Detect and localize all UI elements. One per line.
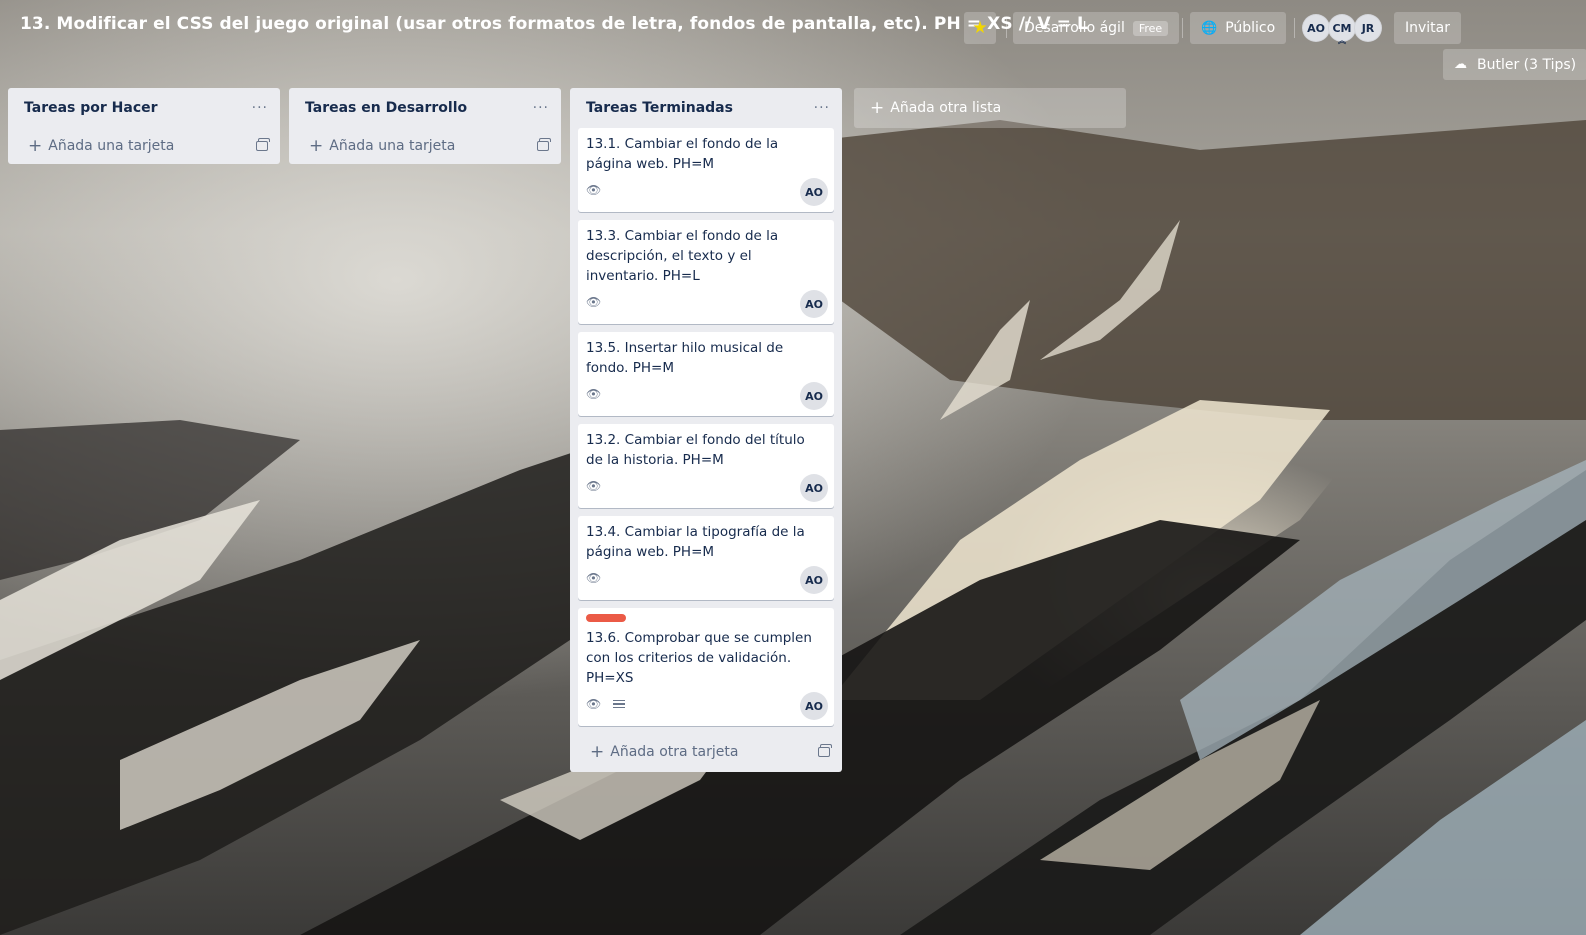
eye-icon: 👁: [586, 571, 602, 585]
add-card-label: Añada una tarjeta: [48, 138, 175, 154]
card-title: 13.4. Cambiar la tipografía de la página…: [586, 524, 805, 560]
board-members: AO CM ︽ JR: [1302, 14, 1382, 45]
add-card-label: Añada otra tarjeta: [610, 744, 739, 760]
team-button[interactable]: Desarrollo ágil Free: [1013, 12, 1180, 44]
card-member-avatar[interactable]: AO: [800, 382, 828, 410]
star-icon: ★: [972, 17, 988, 38]
add-card-label: Añada una tarjeta: [329, 138, 456, 154]
visibility-label: Público: [1225, 20, 1276, 36]
card-badges: 👁: [586, 690, 826, 718]
add-card-button[interactable]: + Añada una tarjeta: [8, 128, 280, 164]
card-member-avatar[interactable]: AO: [800, 692, 828, 720]
card[interactable]: 13.6. Comprobar que se cumplen con los c…: [578, 608, 834, 726]
eye-icon: 👁: [586, 479, 602, 493]
card-member-avatar[interactable]: AO: [800, 290, 828, 318]
add-card-button[interactable]: + Añada una tarjeta: [289, 128, 561, 164]
card-badges: 👁: [586, 176, 826, 204]
list-menu-icon[interactable]: ···: [533, 100, 549, 116]
butler-icon: ☁: [1454, 57, 1467, 72]
header-divider: [1006, 18, 1007, 38]
list-header: Tareas en Desarrollo ···: [289, 88, 561, 128]
header-divider: [1182, 18, 1183, 38]
butler-button[interactable]: ☁ Butler (3 Tips): [1443, 49, 1586, 80]
card-title: 13.6. Comprobar que se cumplen con los c…: [586, 630, 812, 686]
card-list: 13.1. Cambiar el fondo de la página web.…: [570, 128, 842, 726]
card-badges: 👁: [586, 288, 826, 316]
list-menu-icon[interactable]: ···: [252, 100, 268, 116]
card-template-icon[interactable]: [818, 744, 832, 757]
card[interactable]: 13.2. Cambiar el fondo del título de la …: [578, 424, 834, 508]
card-title: 13.5. Insertar hilo musical de fondo. PH…: [586, 340, 784, 376]
card-badges: 👁: [586, 380, 826, 408]
add-card-button[interactable]: + Añada otra tarjeta: [570, 732, 842, 772]
card-member-avatar[interactable]: AO: [800, 178, 828, 206]
plus-icon: +: [870, 98, 885, 118]
list-tareas-en-desarrollo: Tareas en Desarrollo ··· + Añada una tar…: [289, 88, 561, 164]
visibility-button[interactable]: 🌐 Público: [1190, 12, 1287, 44]
add-list-button[interactable]: + Añada otra lista: [854, 88, 1126, 128]
team-name: Desarrollo ágil: [1024, 20, 1125, 36]
star-board-button[interactable]: ★: [964, 12, 996, 44]
card[interactable]: 13.1. Cambiar el fondo de la página web.…: [578, 128, 834, 212]
board-title[interactable]: 13. Modificar el CSS del juego original …: [20, 14, 1088, 34]
card-badges: 👁: [586, 472, 826, 500]
card-label-red[interactable]: [586, 614, 626, 622]
butler-label: Butler (3 Tips): [1477, 56, 1577, 73]
member-avatar[interactable]: CM ︽: [1328, 14, 1356, 45]
list-title[interactable]: Tareas por Hacer: [24, 100, 158, 116]
card-template-icon[interactable]: [537, 138, 551, 151]
list-header: Tareas Terminadas ···: [570, 88, 842, 128]
card-title: 13.2. Cambiar el fondo del título de la …: [586, 432, 805, 468]
card[interactable]: 13.4. Cambiar la tipografía de la página…: [578, 516, 834, 600]
card-template-icon[interactable]: [256, 138, 270, 151]
description-icon: [613, 698, 626, 711]
member-avatar[interactable]: AO: [1302, 14, 1330, 42]
member-avatar[interactable]: JR: [1354, 14, 1382, 42]
card-member-avatar[interactable]: AO: [800, 566, 828, 594]
eye-icon: 👁: [586, 697, 602, 711]
plus-icon: +: [28, 136, 43, 156]
eye-icon: 👁: [586, 183, 602, 197]
eye-icon: 👁: [586, 295, 602, 309]
card[interactable]: 13.3. Cambiar el fondo de la descripción…: [578, 220, 834, 324]
list-title[interactable]: Tareas en Desarrollo: [305, 100, 467, 116]
card-badges: 👁: [586, 564, 826, 592]
list-title[interactable]: Tareas Terminadas: [586, 100, 733, 116]
list-tareas-terminadas: Tareas Terminadas ··· 13.1. Cambiar el f…: [570, 88, 842, 772]
card[interactable]: 13.5. Insertar hilo musical de fondo. PH…: [578, 332, 834, 416]
plus-icon: +: [590, 742, 605, 762]
card-title: 13.3. Cambiar el fondo de la descripción…: [586, 228, 779, 284]
plus-icon: +: [309, 136, 324, 156]
header-divider: [1294, 18, 1295, 38]
list-header: Tareas por Hacer ···: [8, 88, 280, 128]
invite-button[interactable]: Invitar: [1394, 12, 1462, 44]
add-list-label: Añada otra lista: [890, 100, 1002, 116]
member-initials: CM: [1332, 21, 1352, 35]
globe-icon: 🌐: [1201, 20, 1218, 36]
eye-icon: 👁: [586, 387, 602, 401]
admin-chevron-icon: ︽: [1338, 36, 1346, 45]
board-header: 13. Modificar el CSS del juego original …: [0, 0, 1586, 80]
card-member-avatar[interactable]: AO: [800, 474, 828, 502]
card-title: 13.1. Cambiar el fondo de la página web.…: [586, 136, 779, 172]
team-plan-badge: Free: [1132, 20, 1169, 36]
list-tareas-por-hacer: Tareas por Hacer ··· + Añada una tarjeta: [8, 88, 280, 164]
list-menu-icon[interactable]: ···: [814, 100, 830, 116]
